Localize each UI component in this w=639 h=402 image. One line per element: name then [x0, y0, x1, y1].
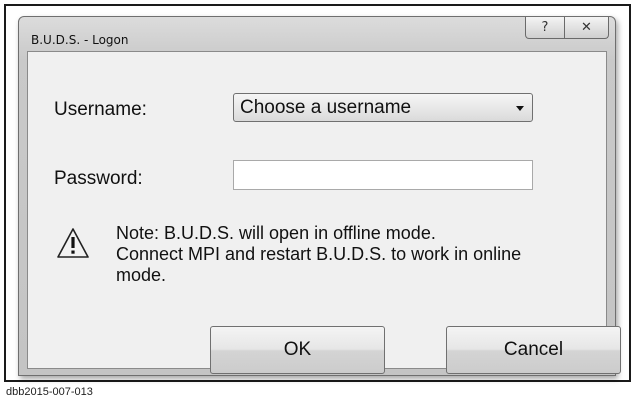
chevron-down-icon — [516, 106, 524, 111]
title-bar[interactable]: B.U.D.S. - Logon ? ✕ — [19, 17, 615, 51]
note-line: Connect MPI and restart B.U.D.S. to work… — [116, 244, 522, 264]
cancel-button[interactable]: Cancel — [446, 326, 621, 374]
username-value: Choose a username — [240, 97, 412, 118]
password-label: Password: — [54, 168, 143, 189]
figure-caption: dbb2015-007-013 — [6, 386, 93, 398]
username-label: Username: — [54, 99, 147, 120]
ok-button[interactable]: OK — [210, 326, 385, 374]
warning-icon — [57, 228, 89, 258]
caption-buttons: ? ✕ — [525, 17, 609, 41]
username-dropdown[interactable]: Choose a username — [233, 93, 533, 122]
close-icon: ✕ — [581, 20, 592, 35]
password-field[interactable] — [233, 160, 533, 190]
note-line: Note: B.U.D.S. will open in offline mode… — [116, 223, 436, 243]
dialog-body: Username: Choose a username Password: No… — [27, 51, 621, 374]
window-title: B.U.D.S. - Logon — [31, 33, 129, 47]
help-icon: ? — [541, 20, 549, 35]
help-button[interactable]: ? — [525, 17, 565, 39]
figure-frame: B.U.D.S. - Logon ? ✕ Username: Choose a … — [4, 4, 631, 382]
note-line: mode. — [116, 265, 167, 285]
close-button[interactable]: ✕ — [565, 17, 609, 39]
offline-note: Note: B.U.D.S. will open in offline mode… — [116, 223, 586, 286]
logon-dialog: B.U.D.S. - Logon ? ✕ Username: Choose a … — [18, 16, 621, 376]
